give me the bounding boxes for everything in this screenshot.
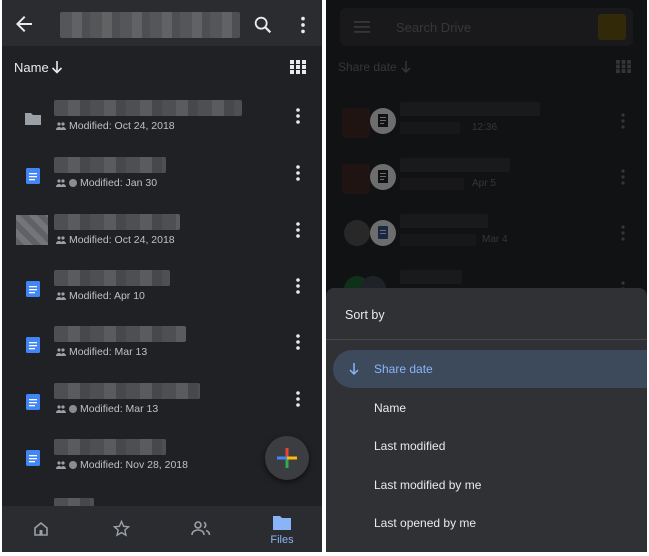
file-name-redacted — [54, 214, 180, 230]
sheet-title: Sort by — [345, 308, 385, 322]
plus-icon — [277, 448, 297, 468]
shared-people-icon — [56, 179, 66, 188]
people-icon — [191, 521, 211, 536]
more-vert-icon[interactable] — [292, 106, 304, 126]
sort-option-share-date[interactable]: Share date — [333, 350, 647, 388]
file-name-redacted — [54, 100, 242, 116]
search-icon[interactable] — [252, 14, 274, 36]
file-name-redacted — [54, 157, 166, 173]
more-vert-icon[interactable] — [292, 276, 304, 296]
shared-screen: Search Drive Share date 12:36 Apr 5 Mar … — [326, 0, 647, 552]
sort-label[interactable]: Name — [14, 60, 49, 75]
option-label: Name — [374, 401, 407, 415]
google-docs-icon — [26, 337, 40, 353]
nav-home[interactable] — [12, 506, 72, 552]
nav-starred[interactable] — [92, 506, 152, 552]
option-label: Last opened by me — [374, 516, 477, 530]
google-docs-icon — [26, 394, 40, 410]
modified-date: Modified: Apr 10 — [69, 290, 145, 302]
offline-icon — [69, 461, 77, 470]
grid-view-icon[interactable] — [290, 60, 306, 74]
modified-date: Modified: Mar 13 — [80, 403, 159, 415]
file-name-redacted — [54, 326, 186, 342]
sort-option-last-modified[interactable]: Last modified — [333, 427, 647, 465]
folder-title-redacted — [60, 12, 240, 38]
more-vert-icon[interactable] — [292, 220, 304, 240]
file-row[interactable]: Modified: Apr 10 — [2, 268, 322, 324]
file-name-redacted — [54, 383, 200, 399]
google-docs-icon — [26, 281, 40, 297]
offline-icon — [69, 405, 77, 414]
more-vert-icon[interactable] — [292, 332, 304, 352]
more-vert-icon[interactable] — [292, 14, 314, 36]
option-label: Last modified by me — [374, 478, 482, 492]
sort-option-name[interactable]: Name — [333, 389, 647, 427]
sort-by-sheet: Sort by Share date Name Last modified La… — [326, 288, 647, 552]
shared-people-icon — [56, 348, 66, 357]
file-row[interactable]: Modified: Oct 24, 2018 — [2, 212, 322, 268]
option-label: Share date — [374, 362, 433, 376]
option-label: Last modified — [374, 439, 446, 453]
offline-icon — [69, 179, 77, 188]
shared-people-icon — [56, 405, 66, 414]
arrow-down-icon[interactable] — [50, 59, 64, 75]
shared-people-icon — [56, 236, 66, 245]
back-arrow-icon[interactable] — [12, 12, 36, 36]
sort-option-last-modified-by-me[interactable]: Last modified by me — [333, 466, 647, 504]
file-meta: Modified: Mar 13 — [56, 403, 158, 415]
folder-icon — [273, 516, 291, 530]
file-meta: Modified: Mar 13 — [56, 346, 147, 358]
image-thumbnail — [16, 215, 48, 245]
nav-shared[interactable] — [172, 506, 232, 552]
modified-date: Modified: Nov 28, 2018 — [80, 459, 188, 471]
star-icon — [113, 520, 130, 537]
nav-files-label: Files — [270, 534, 294, 546]
more-vert-icon[interactable] — [292, 163, 304, 183]
sort-row: Name — [2, 48, 322, 88]
file-meta: Modified: Jan 30 — [56, 177, 157, 189]
app-bar — [2, 0, 322, 46]
google-docs-icon — [26, 450, 40, 466]
file-name-redacted — [54, 439, 166, 455]
file-meta: Modified: Oct 24, 2018 — [56, 234, 175, 246]
file-meta: Modified: Nov 28, 2018 — [56, 459, 188, 471]
shared-people-icon — [56, 461, 66, 470]
google-docs-icon — [26, 168, 40, 184]
file-row[interactable]: Modified: Oct 24, 2018 — [2, 98, 322, 154]
file-meta: Modified: Oct 24, 2018 — [56, 120, 175, 132]
bottom-navigation: Files — [2, 506, 322, 552]
file-name-redacted — [54, 270, 170, 286]
file-meta: Modified: Apr 10 — [56, 290, 145, 302]
arrow-down-icon — [349, 363, 359, 376]
drive-files-screen: Name Modified: Oct 24, 2018 Modified: Ja… — [2, 0, 322, 552]
modified-date: Modified: Oct 24, 2018 — [69, 234, 175, 246]
sort-option-last-opened-by-me[interactable]: Last opened by me — [333, 504, 647, 542]
shared-people-icon — [56, 292, 66, 301]
divider — [326, 339, 647, 340]
modified-date: Modified: Oct 24, 2018 — [69, 120, 175, 132]
more-vert-icon[interactable] — [292, 389, 304, 409]
file-row[interactable]: Modified: Mar 13 — [2, 324, 322, 380]
new-fab-button[interactable] — [265, 436, 309, 480]
modified-date: Modified: Jan 30 — [80, 177, 158, 189]
home-icon — [34, 521, 48, 536]
folder-icon — [25, 113, 41, 125]
shared-people-icon — [56, 122, 66, 131]
file-row[interactable]: Modified: Mar 13 — [2, 381, 322, 437]
nav-files[interactable]: Files — [252, 506, 312, 552]
file-row[interactable]: Modified: Jan 30 — [2, 155, 322, 211]
modified-date: Modified: Mar 13 — [69, 346, 148, 358]
